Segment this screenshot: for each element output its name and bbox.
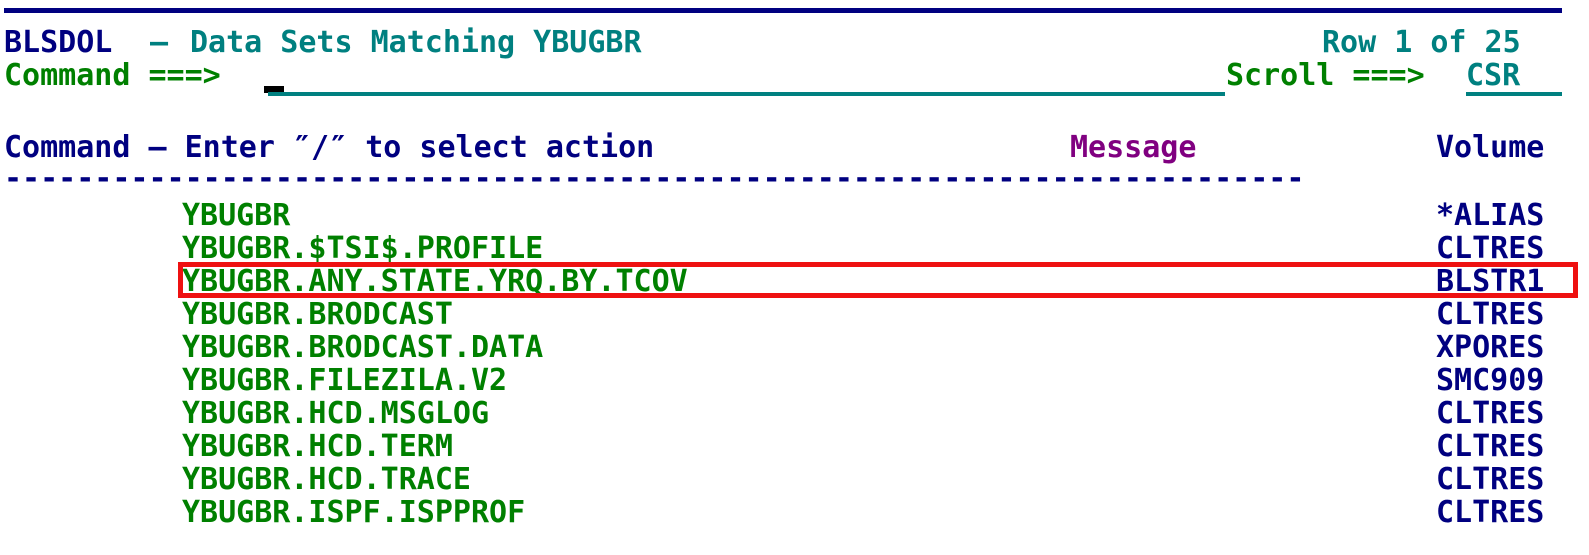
dataset-name[interactable]: YBUGBR.ANY.STATE.YRQ.BY.TCOV bbox=[182, 265, 688, 298]
panel-id: BLSDOL bbox=[4, 25, 113, 60]
dataset-name[interactable]: YBUGBR.$TSI$.PROFILE bbox=[182, 232, 543, 265]
dataset-name[interactable]: YBUGBR.BRODCAST bbox=[182, 298, 453, 331]
dataset-volume: XPORES bbox=[1436, 330, 1545, 365]
top-divider bbox=[4, 8, 1562, 13]
dataset-volume: CLTRES bbox=[1436, 297, 1545, 332]
dataset-volume: SMC909 bbox=[1436, 363, 1545, 398]
dataset-volume: BLSTR1 bbox=[1436, 264, 1545, 299]
terminal-screen: BLSDOL – Data Sets Matching YBUGBR Row 1… bbox=[0, 0, 1589, 555]
column-header-separator: ----------------------------------------… bbox=[4, 166, 1305, 192]
column-header-message: Message bbox=[1070, 130, 1197, 165]
column-header-volume: Volume bbox=[1436, 130, 1545, 165]
dataset-volume: CLTRES bbox=[1436, 231, 1545, 266]
dataset-volume: CLTRES bbox=[1436, 429, 1545, 464]
dataset-volume: CLTRES bbox=[1436, 495, 1545, 530]
command-input-underline bbox=[268, 92, 1225, 96]
scroll-input[interactable]: CSR bbox=[1466, 59, 1520, 92]
scroll-label: Scroll ===> bbox=[1226, 58, 1425, 93]
dataset-name[interactable]: YBUGBR bbox=[182, 199, 290, 232]
row-indicator: Row 1 of 25 bbox=[1322, 25, 1521, 60]
command-label: Command ===> bbox=[4, 58, 221, 93]
dataset-name[interactable]: YBUGBR.ISPF.ISPPROF bbox=[182, 496, 525, 529]
dataset-name[interactable]: YBUGBR.FILEZILA.V2 bbox=[182, 364, 507, 397]
dataset-name[interactable]: YBUGBR.HCD.TRACE bbox=[182, 463, 471, 496]
panel-title: Data Sets Matching YBUGBR bbox=[190, 25, 642, 60]
dataset-volume: CLTRES bbox=[1436, 396, 1545, 431]
dataset-name[interactable]: YBUGBR.BRODCAST.DATA bbox=[182, 331, 543, 364]
dataset-name[interactable]: YBUGBR.HCD.MSGLOG bbox=[182, 397, 489, 430]
panel-title-dash: – bbox=[150, 25, 169, 60]
dataset-name[interactable]: YBUGBR.HCD.TERM bbox=[182, 430, 453, 463]
dataset-volume: *ALIAS bbox=[1436, 198, 1545, 233]
dataset-volume: CLTRES bbox=[1436, 462, 1545, 497]
column-header-command: Command – Enter ″/″ to select action bbox=[4, 130, 655, 165]
